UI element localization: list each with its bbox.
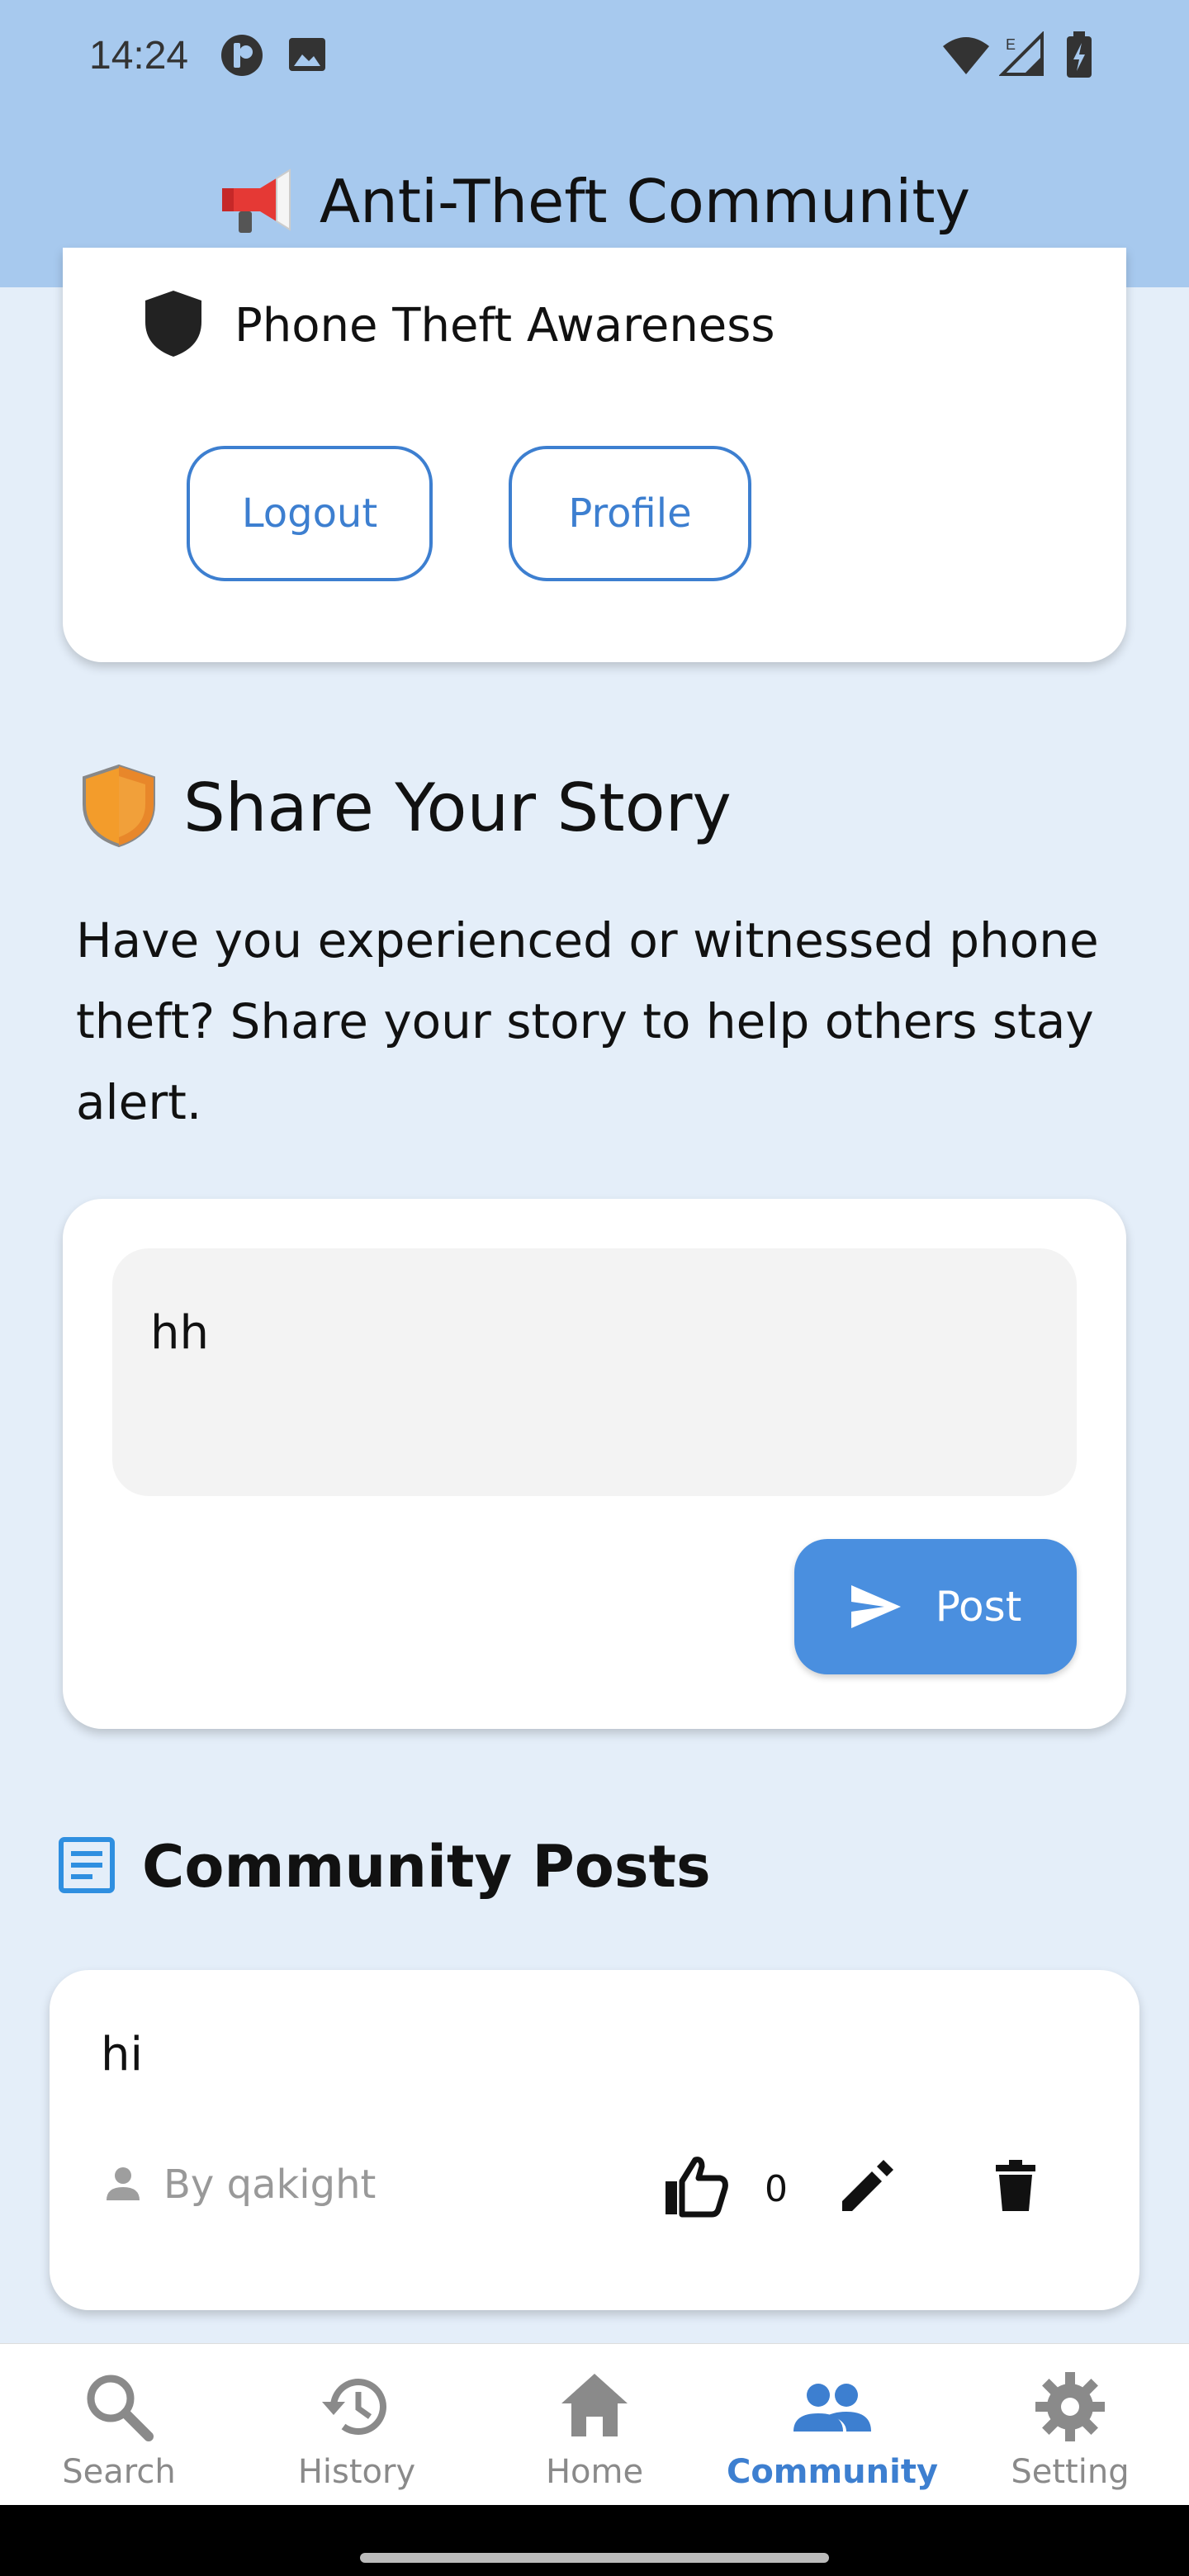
like-button[interactable] (662, 2155, 728, 2221)
search-icon (87, 2375, 154, 2441)
shield-emoji-icon (79, 763, 159, 852)
community-icon (793, 2384, 871, 2432)
gesture-bar (0, 2505, 1189, 2576)
post-button-label: Post (935, 1583, 1022, 1631)
post-card: hi By qakight 0 (50, 1970, 1139, 2310)
settings-icon (1035, 2372, 1105, 2441)
awareness-label: Phone Theft Awareness (234, 298, 775, 353)
post-text: hi (101, 2028, 144, 2081)
nav-label-history: History (297, 2453, 416, 2491)
account-card: Phone Theft Awareness Logout Profile (63, 248, 1126, 662)
like-count: 0 (765, 2168, 788, 2210)
post-author: By qakight (102, 2162, 376, 2208)
nav-label-community: Community (726, 2453, 939, 2491)
awareness-row: Phone Theft Awareness (142, 289, 775, 362)
signal-icon: E (998, 31, 1045, 81)
person-icon (102, 2162, 144, 2207)
app-notification-icon (220, 33, 264, 81)
battery-icon (1065, 31, 1093, 83)
story-input[interactable]: hh (112, 1248, 1077, 1496)
nav-item-community[interactable]: Community (713, 2344, 951, 2506)
article-icon (58, 1836, 116, 1897)
nav-item-search[interactable]: Search (0, 2344, 238, 2506)
story-heading: Share Your Story (79, 763, 732, 852)
logout-button[interactable]: Logout (187, 446, 433, 581)
status-bar: 14:24 E (0, 0, 1189, 116)
compose-card: hh Post (63, 1199, 1126, 1729)
posts-title: Community Posts (142, 1833, 711, 1901)
post-button[interactable]: Post (794, 1539, 1077, 1674)
shield-icon (142, 289, 205, 362)
story-title: Share Your Story (183, 769, 732, 846)
bottom-navigation: Search History Home Community Setting (0, 2343, 1189, 2505)
nav-item-history[interactable]: History (238, 2344, 476, 2506)
nav-label-home: Home (545, 2453, 644, 2491)
nav-item-home[interactable]: Home (476, 2344, 713, 2506)
gesture-handle[interactable] (360, 2553, 829, 2563)
megaphone-icon (219, 163, 298, 239)
profile-button[interactable]: Profile (509, 446, 751, 581)
post-author-name: By qakight (163, 2162, 377, 2208)
history-icon (322, 2379, 386, 2435)
story-description: Have you experienced or witnessed phone … (76, 912, 1099, 1130)
image-notification-icon (286, 33, 329, 79)
edit-icon[interactable] (839, 2160, 893, 2218)
send-icon (850, 1585, 901, 1628)
nav-item-setting[interactable]: Setting (951, 2344, 1189, 2506)
nav-label-setting: Setting (1011, 2453, 1130, 2491)
status-time: 14:24 (89, 34, 189, 78)
app-title: Anti-Theft Community (319, 167, 971, 236)
wifi-icon (941, 35, 991, 79)
posts-heading: Community Posts (58, 1833, 711, 1901)
home-icon (561, 2374, 628, 2436)
delete-icon[interactable] (996, 2160, 1035, 2214)
svg-text:E: E (1006, 36, 1016, 53)
nav-label-search: Search (62, 2453, 176, 2491)
